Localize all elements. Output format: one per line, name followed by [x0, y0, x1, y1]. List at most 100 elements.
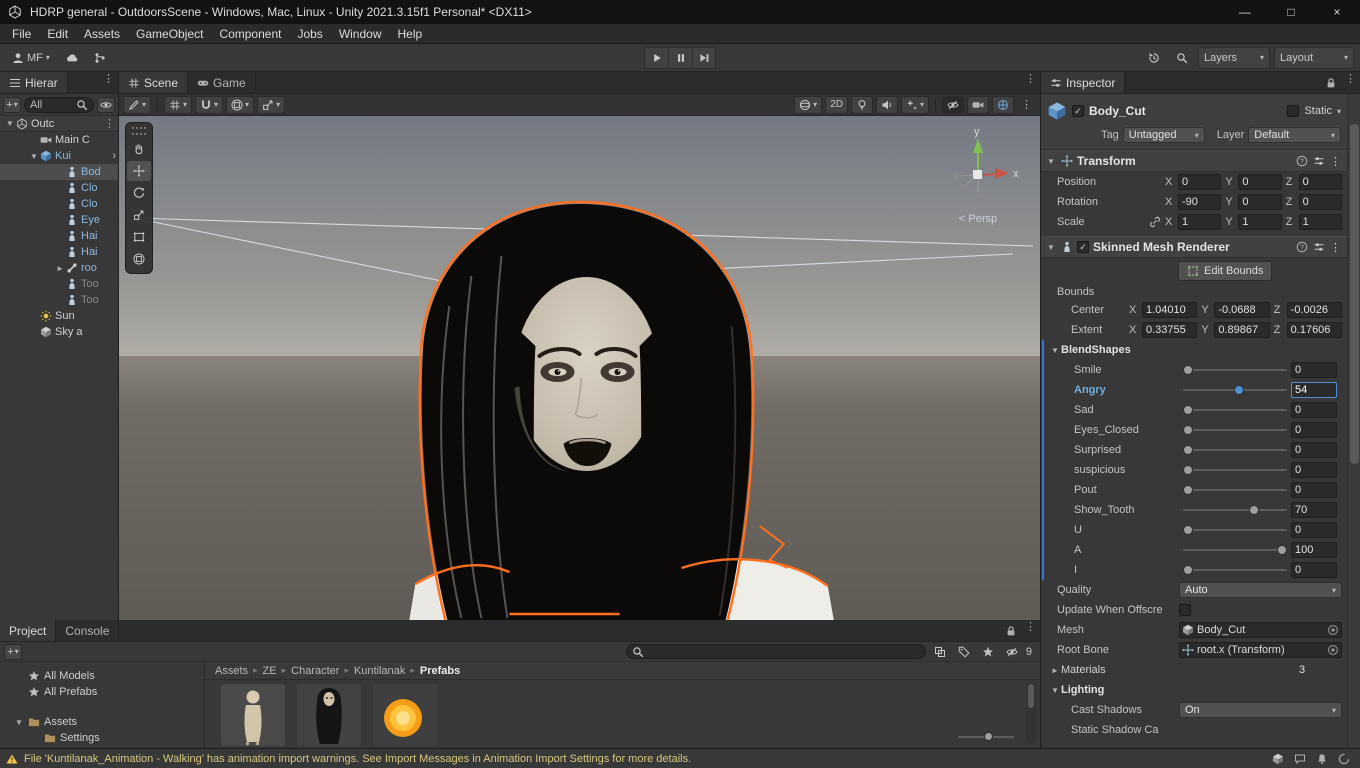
close-button[interactable]: ×	[1314, 0, 1360, 24]
hierarchy-item[interactable]: ► roo	[0, 260, 118, 276]
package-status-icon[interactable]	[1272, 753, 1284, 765]
menu-help[interactable]: Help	[390, 24, 431, 43]
scrollbar-thumb[interactable]	[1028, 684, 1034, 708]
blendshape-slider[interactable]	[1183, 422, 1287, 438]
scrollbar-thumb[interactable]	[1350, 124, 1359, 464]
blendshape-value-field[interactable]: 0	[1291, 482, 1337, 498]
breadcrumb-item[interactable]: Kuntilanak	[354, 665, 405, 677]
tab-console[interactable]: Console	[56, 620, 120, 641]
blendshape-value-field[interactable]: 0	[1291, 362, 1337, 378]
projection-mode-label[interactable]: < Persp	[928, 213, 1028, 225]
edit-bounds-button[interactable]: Edit Bounds	[1178, 261, 1273, 281]
help-icon[interactable]: ?	[1296, 155, 1308, 167]
layers-dropdown[interactable]: Layers ▾	[1198, 46, 1270, 69]
overlay-drag-handle[interactable]	[132, 127, 146, 135]
hierarchy-item[interactable]: Clo	[0, 196, 118, 212]
bounds-extent-z-field[interactable]: 0.17606	[1286, 322, 1342, 338]
slider-knob[interactable]	[1183, 445, 1193, 455]
foldout-arrow[interactable]: ▼	[4, 119, 16, 128]
blendshape-slider[interactable]	[1183, 362, 1287, 378]
blendshape-label[interactable]: Pout	[1074, 484, 1180, 496]
tab-hierarchy[interactable]: Hierar	[0, 72, 68, 93]
slider-knob[interactable]	[1183, 565, 1193, 575]
thumbnail-zoom-slider[interactable]	[958, 732, 1014, 742]
blendshape-value-field[interactable]: 0	[1291, 522, 1337, 538]
folder-item[interactable]: Settings	[0, 730, 204, 746]
slider-knob[interactable]	[1183, 525, 1193, 535]
blendshape-label[interactable]: U	[1074, 524, 1180, 536]
pause-button[interactable]	[668, 46, 692, 69]
blendshape-slider[interactable]	[1183, 462, 1287, 478]
notification-icon[interactable]	[1316, 753, 1328, 765]
view-tool-button[interactable]	[127, 139, 151, 159]
status-message[interactable]: File 'Kuntilanak_Animation - Walking' ha…	[24, 753, 1266, 765]
maximize-button[interactable]: □	[1268, 0, 1314, 24]
presets-icon[interactable]	[1313, 155, 1325, 167]
layer-dropdown[interactable]: Default ▾	[1248, 127, 1341, 143]
presets-icon[interactable]	[1313, 241, 1325, 253]
foldout-arrow[interactable]: ►	[1049, 666, 1061, 675]
blendshape-slider[interactable]	[1183, 502, 1287, 518]
blendshape-value-field[interactable]: 0	[1291, 562, 1337, 578]
foldout-arrow[interactable]: ▼	[28, 152, 40, 161]
effects-dropdown[interactable]: ▾	[900, 95, 929, 114]
blendshape-slider[interactable]	[1183, 562, 1287, 578]
tab-game[interactable]: Game	[188, 72, 256, 93]
foldout-arrow[interactable]: ▼	[1049, 346, 1061, 355]
slider-knob[interactable]	[1183, 365, 1193, 375]
inspector-scrollbar[interactable]	[1347, 94, 1360, 748]
search-by-type-icon[interactable]	[930, 646, 950, 658]
blendshape-slider[interactable]	[1183, 542, 1287, 558]
property-label[interactable]: Rotation	[1057, 196, 1165, 208]
blendshape-label[interactable]: suspicious	[1074, 464, 1180, 476]
slider-knob[interactable]	[1248, 505, 1259, 515]
hierarchy-item[interactable]: Sky a	[0, 324, 118, 340]
blendshape-label[interactable]: Show_Tooth	[1074, 504, 1180, 516]
hierarchy-item[interactable]: Too	[0, 276, 118, 292]
menu-edit[interactable]: Edit	[39, 24, 76, 43]
menu-gameobject[interactable]: GameObject	[128, 24, 211, 43]
open-prefab-chevron[interactable]: ›	[112, 150, 118, 162]
scene-toolbar-menu-icon[interactable]: ⋮	[1017, 98, 1036, 111]
project-search-field[interactable]	[625, 644, 926, 659]
hierarchy-search-filter[interactable]: All	[24, 96, 94, 113]
menu-component[interactable]: Component	[211, 24, 289, 43]
component-menu-icon[interactable]: ⋮	[1330, 241, 1341, 254]
project-lock-icon[interactable]	[1001, 620, 1021, 641]
asset-thumbnail-character-light[interactable]	[221, 684, 285, 746]
camera-settings-button[interactable]	[967, 95, 989, 114]
blendshape-slider[interactable]	[1183, 522, 1287, 538]
menu-jobs[interactable]: Jobs	[289, 24, 330, 43]
snap-settings-dropdown[interactable]: ▾	[195, 95, 224, 114]
asset-thumbnail-character-dark[interactable]	[297, 684, 361, 746]
scene-audio-toggle[interactable]	[875, 95, 898, 114]
scale-tool-button[interactable]	[127, 205, 151, 225]
move-tool-button[interactable]	[127, 161, 151, 181]
foldout-arrow[interactable]: ▼	[1045, 243, 1057, 252]
project-search-input[interactable]	[647, 645, 920, 658]
property-label[interactable]: Scale	[1057, 216, 1165, 228]
play-button[interactable]	[644, 46, 668, 69]
scene-lighting-toggle[interactable]	[850, 95, 873, 114]
hierarchy-item[interactable]: Too	[0, 292, 118, 308]
hierarchy-item[interactable]: Eye	[0, 212, 118, 228]
scale-y-field[interactable]: 1	[1238, 214, 1282, 230]
step-button[interactable]	[692, 46, 716, 69]
inspector-menu-icon[interactable]: ⋮	[1341, 72, 1360, 93]
blendshape-slider[interactable]	[1183, 402, 1287, 418]
save-search-icon[interactable]	[978, 646, 998, 658]
version-control-button[interactable]	[88, 47, 112, 69]
static-dropdown-icon[interactable]: ▾	[1337, 107, 1341, 116]
foldout-arrow[interactable]: ▼	[14, 718, 24, 727]
blendshape-label[interactable]: A	[1074, 544, 1180, 556]
slider-knob[interactable]	[1183, 425, 1193, 435]
blendshape-label[interactable]: I	[1074, 564, 1180, 576]
update-offscreen-checkbox[interactable]	[1179, 604, 1191, 616]
blendshape-slider[interactable]	[1183, 382, 1287, 398]
folder-item[interactable]: ▼ Assets	[0, 714, 204, 730]
cloud-services-button[interactable]	[60, 47, 84, 69]
property-label[interactable]: Position	[1057, 176, 1165, 188]
rotation-y-field[interactable]: 0	[1238, 194, 1282, 210]
blendshape-value-field[interactable]: 54	[1291, 382, 1337, 398]
hidden-packages-icon[interactable]	[1002, 646, 1022, 658]
